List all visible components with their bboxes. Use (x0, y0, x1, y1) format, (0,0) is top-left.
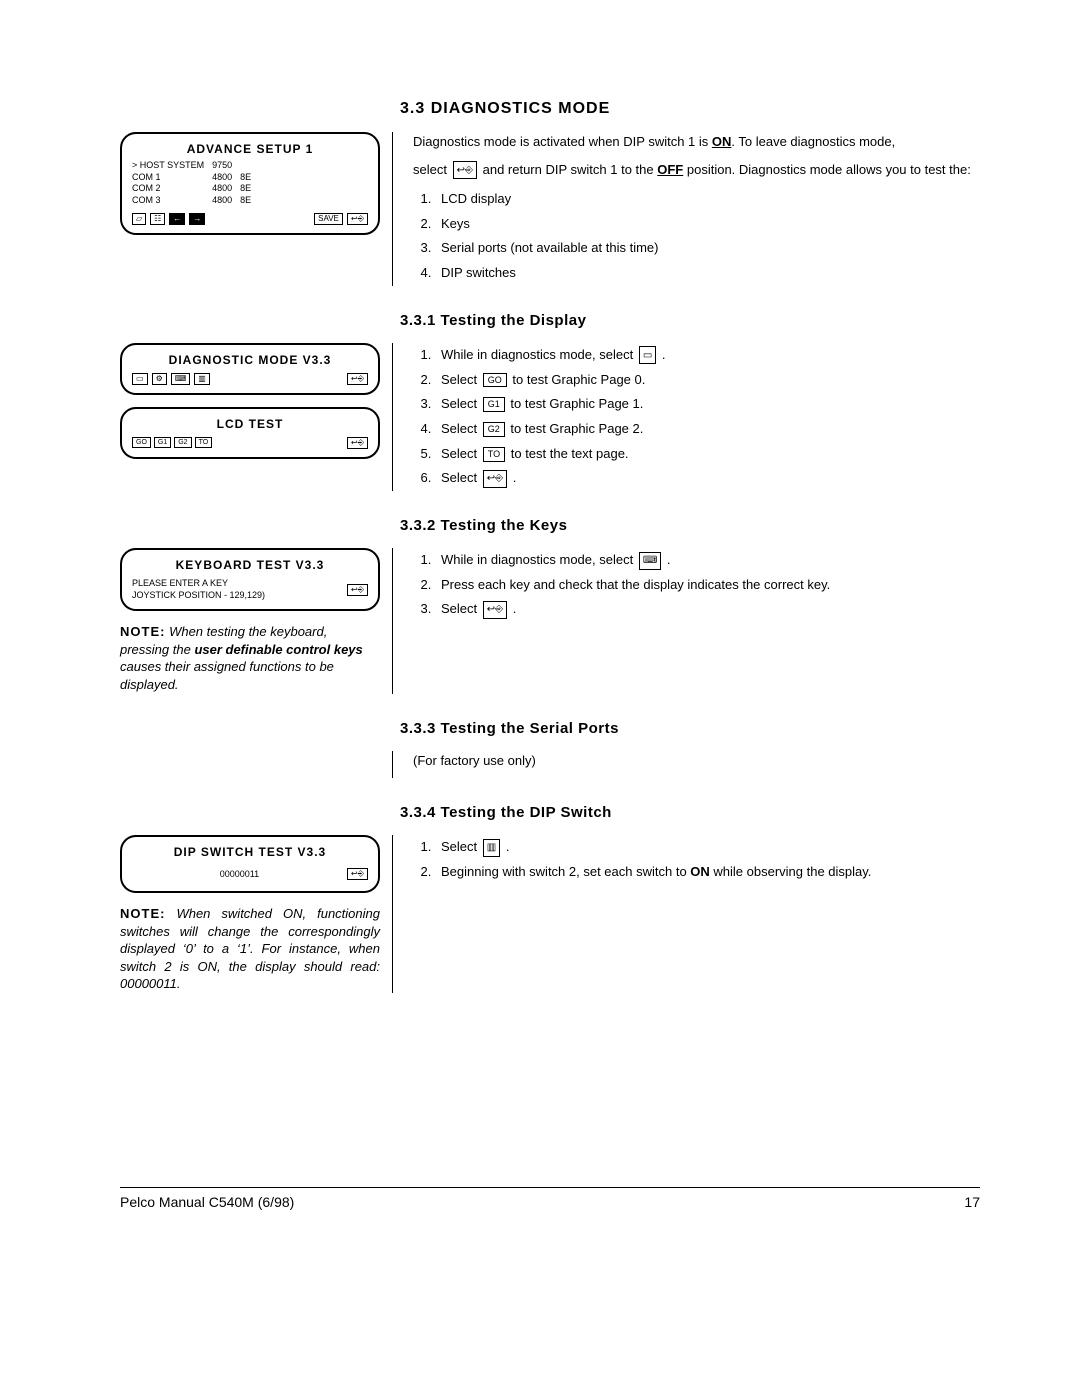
panel-title: DIP SWITCH TEST V3.3 (132, 845, 368, 859)
dip-switch-icon: ▥ (194, 373, 210, 385)
intro-test-list: LCD display Keys Serial ports (not avail… (413, 187, 980, 286)
list-item: Select TO to test the text page. (435, 442, 980, 467)
exit-icon: ↩⎆ (347, 437, 368, 449)
panel-title: DIAGNOSTIC MODE V3.3 (132, 353, 368, 367)
list-item: Select ▥ . (435, 835, 980, 860)
panel-dip-switch-test: DIP SWITCH TEST V3.3 00000011 ↩⎆ (120, 835, 380, 893)
intro-line-1: Diagnostics mode is activated when DIP s… (413, 132, 980, 152)
section-3-3-4: DIP SWITCH TEST V3.3 00000011 ↩⎆ NOTE: W… (120, 835, 980, 993)
section-3-3: ADVANCE SETUP 1 > HOST SYSTEM9750 COM 14… (120, 132, 980, 286)
key-go: GO (132, 437, 151, 448)
list-item: Keys (435, 212, 980, 237)
key-g2: G2 (174, 437, 191, 448)
list-item: Beginning with switch 2, set each switch… (435, 860, 980, 885)
panel-config-icon: ☷ (150, 213, 165, 225)
panel-line: JOYSTICK POSITION - 129,129) (132, 590, 265, 602)
list-item: Serial ports (not available at this time… (435, 236, 980, 261)
section-3-3-3: (For factory use only) (120, 751, 980, 779)
heading-3-3: 3.3 DIAGNOSTICS MODE (120, 100, 980, 118)
monitor-icon: ▭ (132, 373, 148, 385)
exit-icon: ↩⎆ (483, 470, 507, 488)
footer-left: Pelco Manual C540M (6/98) (120, 1194, 294, 1210)
key-to: TO (483, 447, 505, 462)
steps-3-3-2: While in diagnostics mode, select ⌨ . Pr… (413, 548, 980, 622)
manual-page: 3.3 DIAGNOSTICS MODE ADVANCE SETUP 1 > H… (0, 0, 1080, 1260)
arrow-left-icon: ← (169, 213, 185, 225)
dip-value: 00000011 (132, 865, 347, 883)
exit-icon: ↩⎆ (347, 373, 368, 385)
serial-ports-note: (For factory use only) (413, 751, 980, 771)
footer-page-number: 17 (964, 1194, 980, 1210)
list-item: While in diagnostics mode, select ▭ . (435, 343, 980, 368)
list-item: Select GO to test Graphic Page 0. (435, 368, 980, 393)
steps-3-3-1: While in diagnostics mode, select ▭ . Se… (413, 343, 980, 491)
key-go: GO (483, 373, 507, 388)
exit-icon: ↩⎆ (347, 868, 368, 880)
list-item: Press each key and check that the displa… (435, 573, 980, 598)
list-item: DIP switches (435, 261, 980, 286)
list-item: Select G2 to test Graphic Page 2. (435, 417, 980, 442)
note-dip: NOTE: When switched ON, functioning swit… (120, 905, 380, 993)
list-item: Select ↩⎆ . (435, 466, 980, 491)
keyboard-icon: ⌨ (639, 552, 661, 570)
key-g1: G1 (483, 397, 505, 412)
dip-switch-icon: ▥ (483, 839, 500, 857)
panel-diagnostic-mode: DIAGNOSTIC MODE V3.3 ▭ ⚙ ⌨ ▥ ↩⎆ (120, 343, 380, 395)
monitor-icon: ▭ (639, 346, 656, 364)
steps-3-3-4: Select ▥ . Beginning with switch 2, set … (413, 835, 980, 884)
serial-icon: ⚙ (152, 373, 167, 385)
list-item: Select G1 to test Graphic Page 1. (435, 392, 980, 417)
exit-icon: ↩⎆ (347, 213, 368, 225)
list-item: Select ↩⎆ . (435, 597, 980, 622)
key-g2: G2 (483, 422, 505, 437)
intro-line-2: select ↩⎆ and return DIP switch 1 to the… (413, 160, 980, 180)
panel-keyboard-test: KEYBOARD TEST V3.3 PLEASE ENTER A KEY JO… (120, 548, 380, 611)
heading-3-3-2: 3.3.2 Testing the Keys (120, 517, 980, 534)
panel-line: PLEASE ENTER A KEY (132, 578, 265, 590)
section-3-3-2: KEYBOARD TEST V3.3 PLEASE ENTER A KEY JO… (120, 548, 980, 694)
panel-title: LCD TEST (132, 417, 368, 431)
panel-advance-setup: ADVANCE SETUP 1 > HOST SYSTEM9750 COM 14… (120, 132, 380, 235)
page-footer: Pelco Manual C540M (6/98) 17 (120, 1187, 980, 1210)
panel-device-icon: ▱ (132, 213, 146, 225)
panel-title: ADVANCE SETUP 1 (132, 142, 368, 156)
exit-icon: ↩⎆ (453, 161, 477, 179)
save-icon: SAVE (314, 213, 343, 225)
list-item: While in diagnostics mode, select ⌨ . (435, 548, 980, 573)
panel-lcd-test: LCD TEST GO G1 G2 TO ↩⎆ (120, 407, 380, 459)
exit-icon: ↩⎆ (483, 601, 507, 619)
keyboard-icon: ⌨ (171, 373, 191, 385)
heading-3-3-3: 3.3.3 Testing the Serial Ports (120, 720, 980, 737)
note-keyboard: NOTE: When testing the keyboard, pressin… (120, 623, 380, 693)
key-to: TO (195, 437, 213, 448)
exit-icon: ↩⎆ (347, 584, 368, 596)
heading-3-3-1: 3.3.1 Testing the Display (120, 312, 980, 329)
list-item: LCD display (435, 187, 980, 212)
heading-3-3-4: 3.3.4 Testing the DIP Switch (120, 804, 980, 821)
advance-setup-table: > HOST SYSTEM9750 COM 148008E COM 248008… (132, 160, 259, 207)
arrow-right-icon: → (189, 213, 205, 225)
section-3-3-1: DIAGNOSTIC MODE V3.3 ▭ ⚙ ⌨ ▥ ↩⎆ LCD TEST… (120, 343, 980, 491)
key-g1: G1 (154, 437, 171, 448)
panel-title: KEYBOARD TEST V3.3 (132, 558, 368, 572)
